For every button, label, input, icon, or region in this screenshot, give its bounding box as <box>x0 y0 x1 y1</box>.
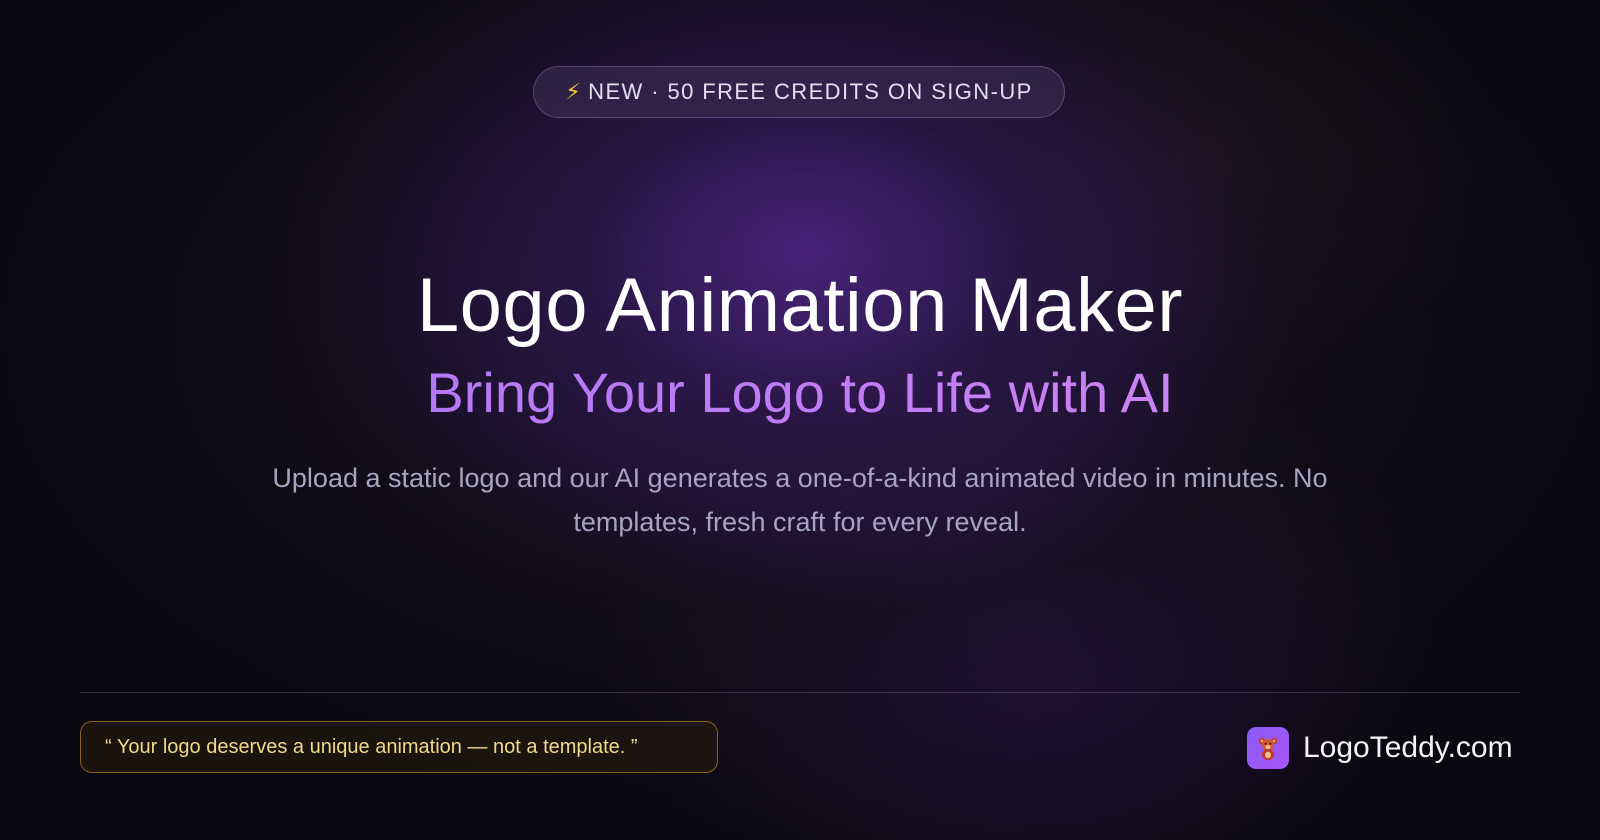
teddy-bear-icon <box>1247 727 1289 769</box>
promo-badge[interactable]: ⚡ NEW · 50 FREE CREDITS ON SIGN-UP <box>533 66 1065 118</box>
page-title: Logo Animation Maker <box>416 263 1184 348</box>
quote-text: “ Your logo deserves a unique animation … <box>105 735 638 758</box>
testimonial-quote: “ Your logo deserves a unique animation … <box>80 721 718 773</box>
page-subtitle: Bring Your Logo to Life with AI <box>0 360 1600 425</box>
brand-name[interactable]: LogoTeddy.com <box>1303 731 1513 765</box>
brand-link[interactable]: LogoTeddy.com <box>1247 726 1513 770</box>
promo-badge-text: NEW · 50 FREE CREDITS ON SIGN-UP <box>588 79 1033 104</box>
footer-divider <box>80 692 1520 693</box>
hero-description: Upload a static logo and our AI generate… <box>272 463 1328 537</box>
hero-banner: ⚡ NEW · 50 FREE CREDITS ON SIGN-UP Logo … <box>0 0 1600 840</box>
lightning-bolt-icon: ⚡ <box>565 79 583 104</box>
